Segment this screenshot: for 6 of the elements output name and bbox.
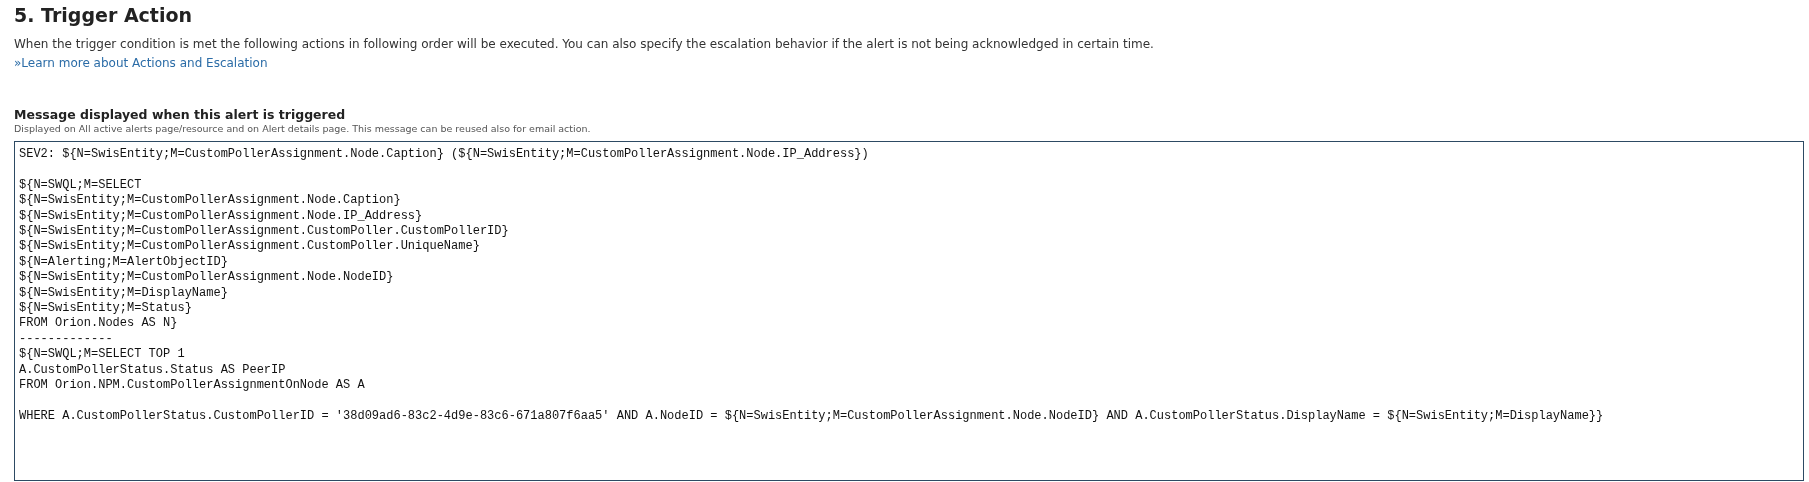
section-description: When the trigger condition is met the following actions in following order will be executed. You can also specify the escalation behavior if the alert is not being acknowledged in certain time. [14,37,1155,52]
learn-more-link[interactable]: »Learn more about Actions and Escalation [14,56,268,71]
message-hint: Displayed on All active alerts page/resource and on Alert details page. This message can be reused also for email action. [14,122,592,135]
message-field[interactable]: SEV2: ${N=SwisEntity;M=CustomPollerAssignment.Node.Caption} (${N=SwisEntity;M=CustomPollerAssignment.Node.IP_Address}) ${N=SWQL;M=SELECT ${N=SwisEntity;M=CustomPollerAssignment.Node.Caption} ${N=SwisEntity;M=CustomPollerAssignment.Node.IP_Address} ${N=SwisEntity;M=CustomPollerAssignment.CustomPoller.CustomPollerID} ${N=SwisEntity;M=CustomPollerAssignment.CustomPoller.UniqueName} ${N=Alerting;M=AlertObjectID} ${N=SwisEntity;M=CustomPollerAssignment.Node.NodeID} ${N=SwisEntity;M=DisplayName} ${N=SwisEntity;M=Status} FROM Orion.Nodes AS N} ------------- ${N=SWQL;M=SELECT TOP 1 A.CustomPollerStatus.Status AS PeerIP FROM Orion.NPM.CustomPollerAssignmentOnNode AS A WHERE A.CustomPollerStatus.CustomPollerID = '38d09ad6-83c2-4d9e-83c6-671a807f6aa5' AND A.NodeID = ${N=SwisEntity;M=CustomPollerAssignment.Node.NodeID} AND A.CustomPollerStatus.DisplayName = ${N=SwisEntity;M=DisplayName}} [14,141,1804,481]
section-title: 5. Trigger Action [14,3,194,27]
message-label: Message displayed when this alert is triggered [14,107,347,122]
